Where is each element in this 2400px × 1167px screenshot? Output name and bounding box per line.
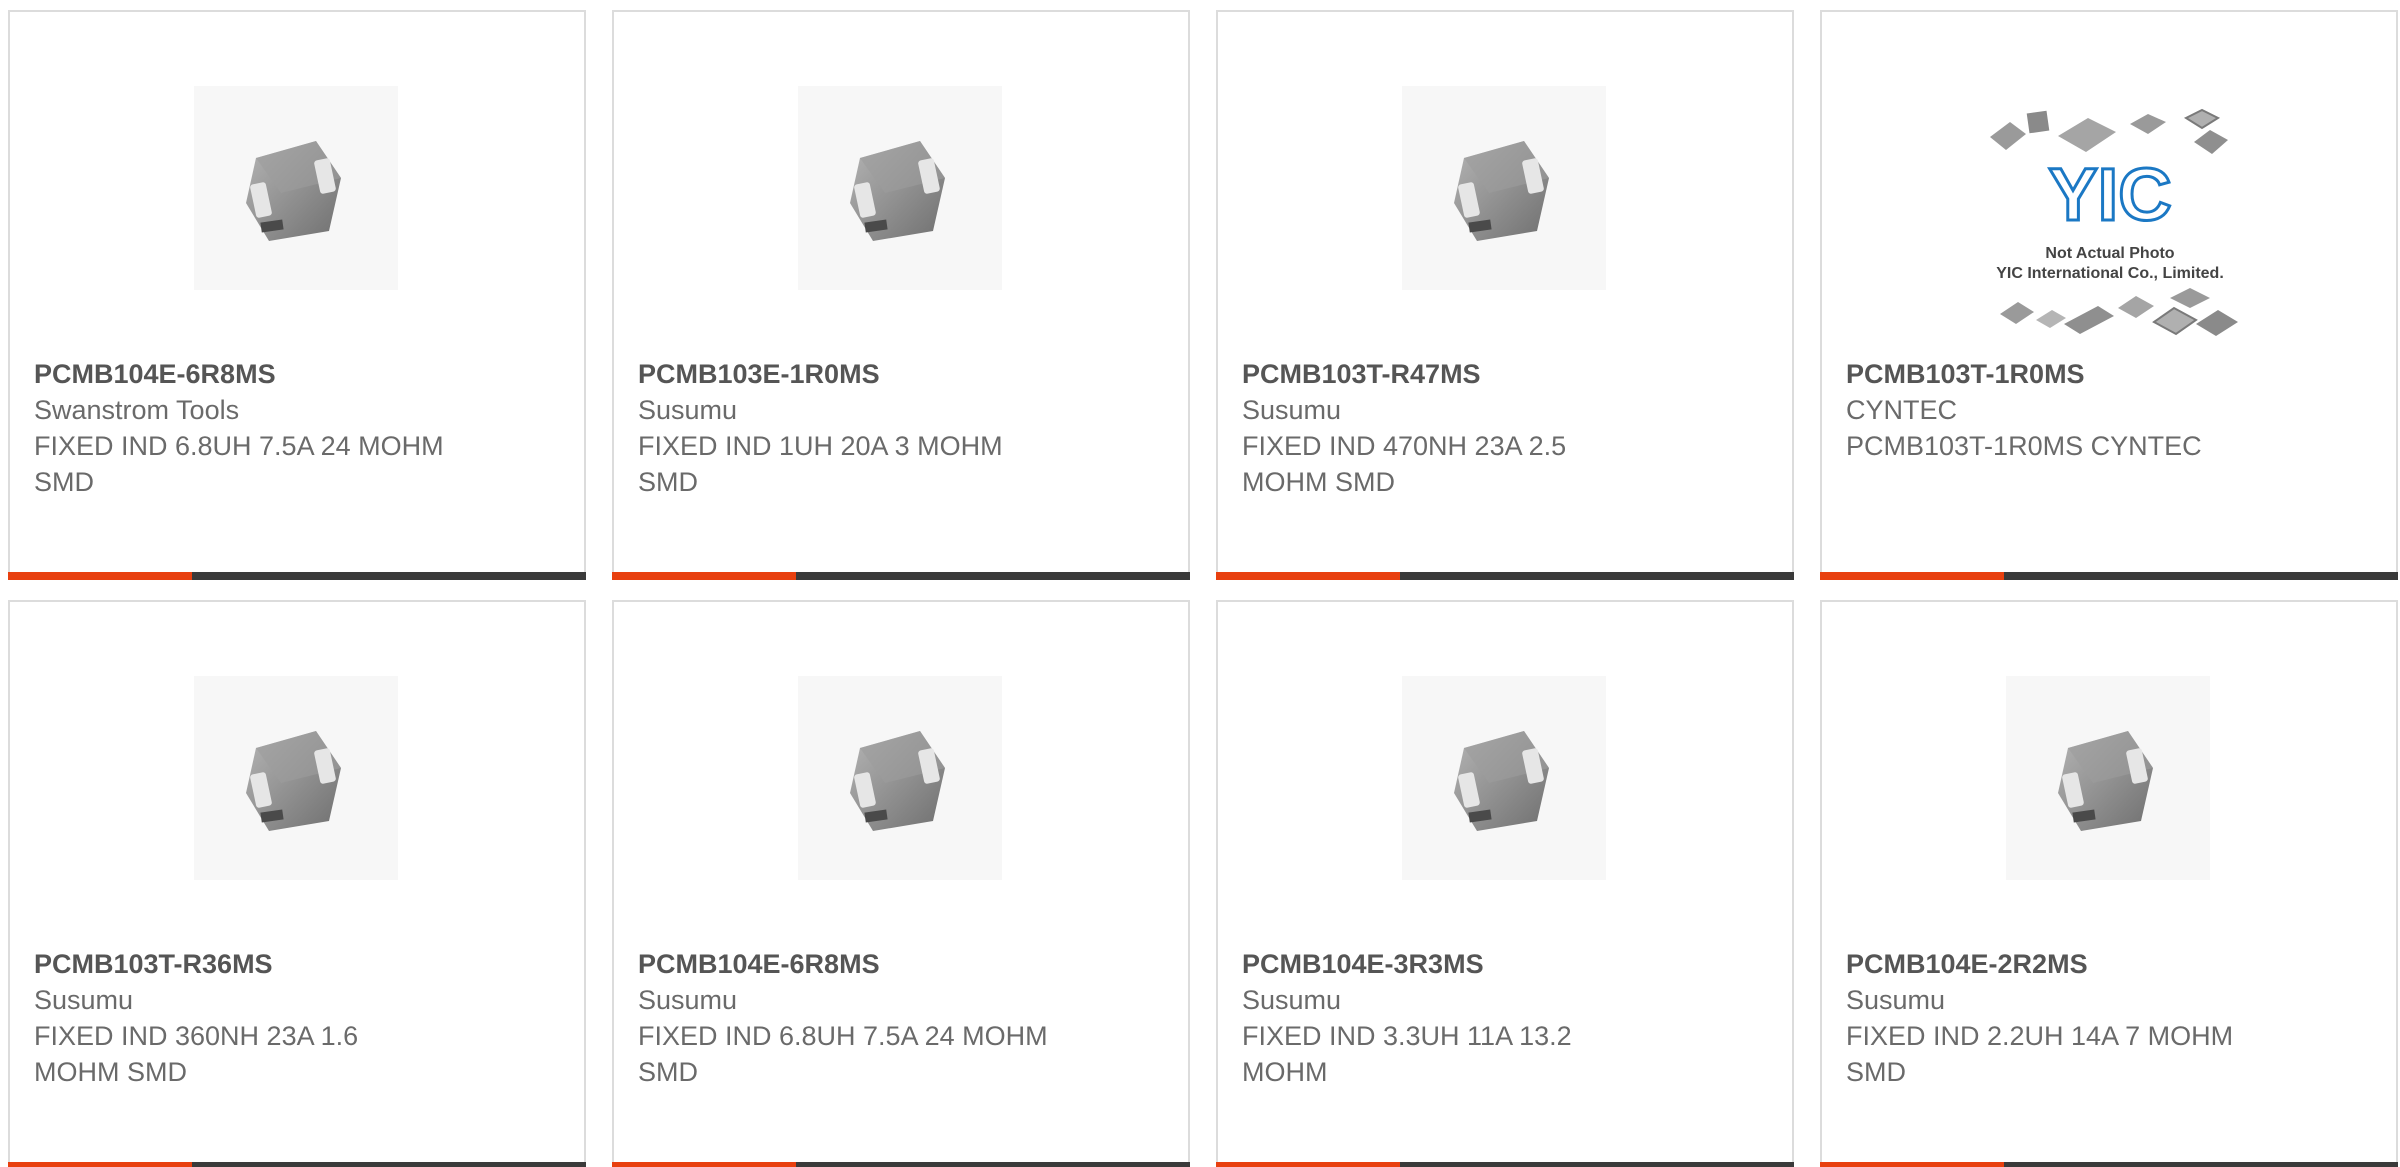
product-card[interactable]: PCMB104E-6R8MS Swanstrom Tools FIXED IND… <box>8 10 586 580</box>
inductor-icon <box>2058 731 2153 831</box>
card-accent-bar <box>1216 1162 1400 1167</box>
inductor-icon <box>850 141 945 241</box>
manufacturer-name: Swanstrom Tools <box>34 395 240 425</box>
inductor-icon <box>246 731 341 831</box>
card-accent-bar <box>612 1162 796 1167</box>
card-accent-bar <box>1820 1162 2004 1167</box>
card-footer-bar <box>1216 1162 1794 1167</box>
inductor-icon <box>850 731 945 831</box>
card-footer-bar <box>612 1162 1190 1167</box>
product-card[interactable]: PCMB104E-3R3MS Susumu FIXED IND 3.3UH 11… <box>1216 600 1794 1167</box>
product-image[interactable] <box>1402 676 1606 880</box>
card-footer-bar <box>8 572 586 580</box>
manufacturer-name: Susumu <box>1242 985 1342 1015</box>
inductor-icon <box>1454 731 1549 831</box>
manufacturer-name: Susumu <box>34 985 134 1015</box>
product-card[interactable]: PCMB103T-R47MS Susumu FIXED IND 470NH 23… <box>1216 10 1794 580</box>
card-accent-bar <box>8 572 192 580</box>
product-image[interactable] <box>2006 676 2210 880</box>
product-card[interactable]: PCMB103T-R36MS Susumu FIXED IND 360NH 23… <box>8 600 586 1167</box>
part-number-link[interactable]: PCMB104E-6R8MS <box>638 946 1048 982</box>
card-footer-bar <box>612 572 1190 580</box>
inductor-icon <box>1454 141 1549 241</box>
product-description: FIXED IND 6.8UH 7.5A 24 MOHM SMD <box>638 1021 1048 1087</box>
product-info: PCMB104E-6R8MS Swanstrom Tools FIXED IND… <box>34 356 444 500</box>
product-description: FIXED IND 3.3UH 11A 13.2 MOHM <box>1242 1021 1572 1087</box>
product-info: PCMB104E-2R2MS Susumu FIXED IND 2.2UH 14… <box>1846 946 2256 1090</box>
product-image[interactable] <box>194 676 398 880</box>
card-footer-bar <box>8 1162 586 1167</box>
product-image[interactable] <box>798 676 1002 880</box>
product-card[interactable]: PCMB104E-6R8MS Susumu FIXED IND 6.8UH 7.… <box>612 600 1190 1167</box>
part-number-link[interactable]: PCMB103T-R36MS <box>34 946 444 982</box>
product-info: PCMB103T-1R0MS CYNTEC PCMB103T-1R0MS CYN… <box>1846 356 2256 464</box>
product-image[interactable] <box>1402 86 1606 290</box>
product-description: FIXED IND 6.8UH 7.5A 24 MOHM SMD <box>34 431 444 497</box>
part-number-link[interactable]: PCMB103T-1R0MS <box>1846 356 2256 392</box>
product-description: FIXED IND 1UH 20A 3 MOHM SMD <box>638 431 1003 497</box>
part-number-link[interactable]: PCMB104E-3R3MS <box>1242 946 1652 982</box>
image-caption-company: YIC International Co., Limited. <box>1996 265 2224 282</box>
product-card[interactable]: YIC Not Actual Photo YIC International C… <box>1820 10 2398 580</box>
card-accent-bar <box>1820 572 2004 580</box>
product-card[interactable]: PCMB104E-2R2MS Susumu FIXED IND 2.2UH 14… <box>1820 600 2398 1167</box>
product-info: PCMB104E-3R3MS Susumu FIXED IND 3.3UH 11… <box>1242 946 1652 1090</box>
manufacturer-name: Susumu <box>638 395 738 425</box>
product-description: FIXED IND 360NH 23A 1.6 MOHM SMD <box>34 1021 359 1087</box>
inductor-icon <box>246 141 341 241</box>
manufacturer-name: Susumu <box>1242 395 1342 425</box>
part-number-link[interactable]: PCMB104E-6R8MS <box>34 356 444 392</box>
product-description: FIXED IND 2.2UH 14A 7 MOHM SMD <box>1846 1021 2234 1087</box>
product-info: PCMB103T-R36MS Susumu FIXED IND 360NH 23… <box>34 946 444 1090</box>
product-image[interactable] <box>798 86 1002 290</box>
logo-text: YIC <box>2048 153 2171 236</box>
product-info: PCMB104E-6R8MS Susumu FIXED IND 6.8UH 7.… <box>638 946 1048 1090</box>
card-accent-bar <box>8 1162 192 1167</box>
image-caption-not-actual: Not Actual Photo <box>2045 245 2174 262</box>
part-number-link[interactable]: PCMB103T-R47MS <box>1242 356 1652 392</box>
part-number-link[interactable]: PCMB104E-2R2MS <box>1846 946 2256 982</box>
product-image[interactable]: YIC Not Actual Photo YIC International C… <box>1970 92 2250 352</box>
manufacturer-name: Susumu <box>1846 985 1946 1015</box>
manufacturer-name: Susumu <box>638 985 738 1015</box>
card-footer-bar <box>1216 572 1794 580</box>
card-footer-bar <box>1820 572 2398 580</box>
part-number-link[interactable]: PCMB103E-1R0MS <box>638 356 1048 392</box>
yic-placeholder-icon: YIC Not Actual Photo YIC International C… <box>1990 108 2238 336</box>
card-footer-bar <box>1820 1162 2398 1167</box>
product-image[interactable] <box>194 86 398 290</box>
card-accent-bar <box>1216 572 1400 580</box>
product-info: PCMB103E-1R0MS Susumu FIXED IND 1UH 20A … <box>638 356 1048 500</box>
product-grid: PCMB104E-6R8MS Swanstrom Tools FIXED IND… <box>0 0 2400 1167</box>
product-description: PCMB103T-1R0MS CYNTEC <box>1846 431 2202 461</box>
product-info: PCMB103T-R47MS Susumu FIXED IND 470NH 23… <box>1242 356 1652 500</box>
card-accent-bar <box>612 572 796 580</box>
product-description: FIXED IND 470NH 23A 2.5 MOHM SMD <box>1242 431 1567 497</box>
manufacturer-name: CYNTEC <box>1846 395 1958 425</box>
product-card[interactable]: PCMB103E-1R0MS Susumu FIXED IND 1UH 20A … <box>612 10 1190 580</box>
